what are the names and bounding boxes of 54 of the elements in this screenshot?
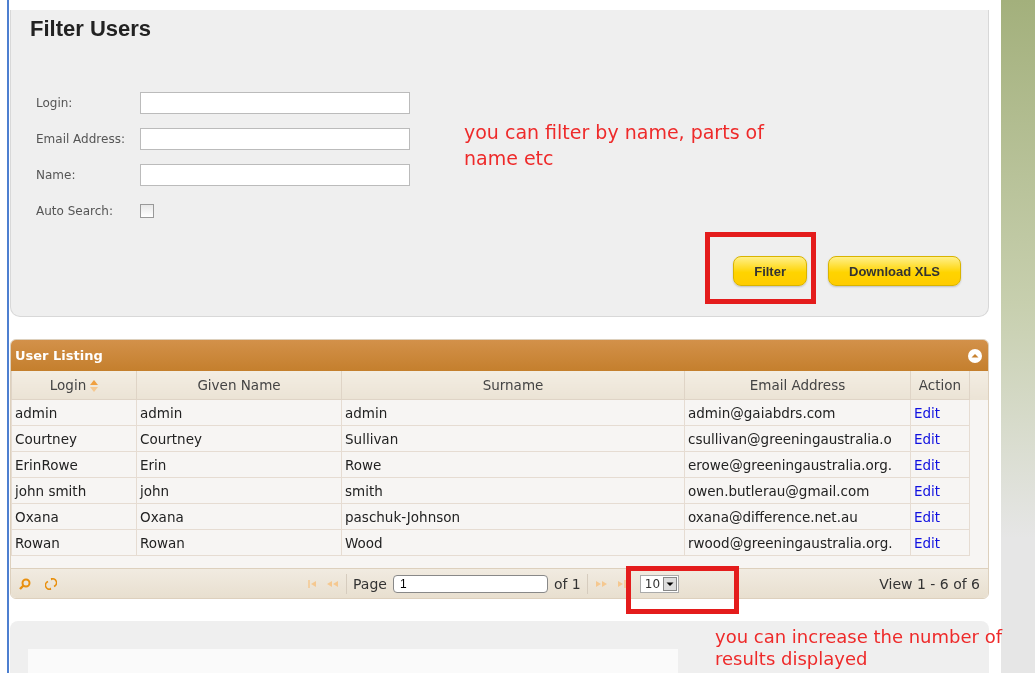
input-field[interactable] [140, 128, 410, 150]
annotation-text: you can increase the number of results displayed [715, 626, 1004, 670]
column-header[interactable]: Login [11, 371, 137, 400]
table-cell: owen.butlerau@gmail.com [684, 477, 911, 504]
page-field[interactable]: 1 [392, 574, 548, 593]
table-cell: csullivan@greeningaustralia.o [684, 425, 911, 452]
page-label: Page [353, 575, 387, 592]
table-cell: ErinRowe [11, 451, 137, 478]
table-cell: erowe@greeningaustralia.org. [684, 451, 911, 478]
search-icon[interactable] [19, 577, 31, 590]
table-cell: Sullivan [341, 425, 685, 452]
table-cell: oxana@difference.net.au [684, 503, 911, 530]
next-page-icon[interactable] [593, 579, 608, 588]
table-cell: Rowan [11, 529, 137, 556]
table-cell: Erin [136, 451, 342, 478]
table-cell: john smith [11, 477, 137, 504]
table-cell: paschuk-Johnson [341, 503, 685, 530]
table-cell: Oxana [11, 503, 137, 530]
table-cell: admin [341, 399, 685, 426]
record-count: View 1 - 6 of 6 [879, 575, 980, 592]
action-button[interactable]: Download XLS [828, 256, 961, 286]
column-header[interactable]: Email Address [684, 371, 911, 400]
field-label: Name: [36, 168, 77, 182]
dropdown-icon [663, 576, 678, 591]
grid-title: User Listing [15, 348, 103, 363]
previous-page-icon[interactable] [326, 579, 340, 588]
table-cell: smith [341, 477, 685, 504]
column-header[interactable]: Surname [341, 371, 685, 400]
input-field[interactable] [140, 164, 410, 186]
table-cell: admin [11, 399, 137, 426]
table-cell: admin@gaiabdrs.com [684, 399, 911, 426]
page-count: of 1 [553, 575, 581, 592]
table-cell: Courtney [11, 425, 137, 452]
panel-title: Filter Users [30, 16, 153, 42]
table-cell: admin [136, 399, 342, 426]
action-button[interactable]: Filter [733, 256, 807, 286]
table-cell: Rowan [136, 529, 342, 556]
input-field[interactable] [140, 92, 410, 114]
field-label: Email Address: [36, 132, 126, 146]
annotation-text: you can filter by name, parts of name etc [464, 120, 766, 171]
refresh-icon[interactable] [45, 577, 57, 590]
field-label: Auto Search: [36, 204, 114, 218]
column-header[interactable]: Action [910, 371, 970, 400]
table-cell: Wood [341, 529, 685, 556]
page-size-select[interactable]: 10 [639, 574, 680, 593]
table-cell: rwood@greeningaustralia.org. [684, 529, 911, 556]
checkbox[interactable] [140, 204, 154, 218]
collapse-icon[interactable] [968, 348, 982, 363]
column-header[interactable]: Given Name [136, 371, 342, 400]
field-label: Login: [36, 96, 74, 110]
table-cell: Courtney [136, 425, 342, 452]
table-cell: Rowe [341, 451, 685, 478]
table-cell: Oxana [136, 503, 342, 530]
table-cell: john [136, 477, 342, 504]
